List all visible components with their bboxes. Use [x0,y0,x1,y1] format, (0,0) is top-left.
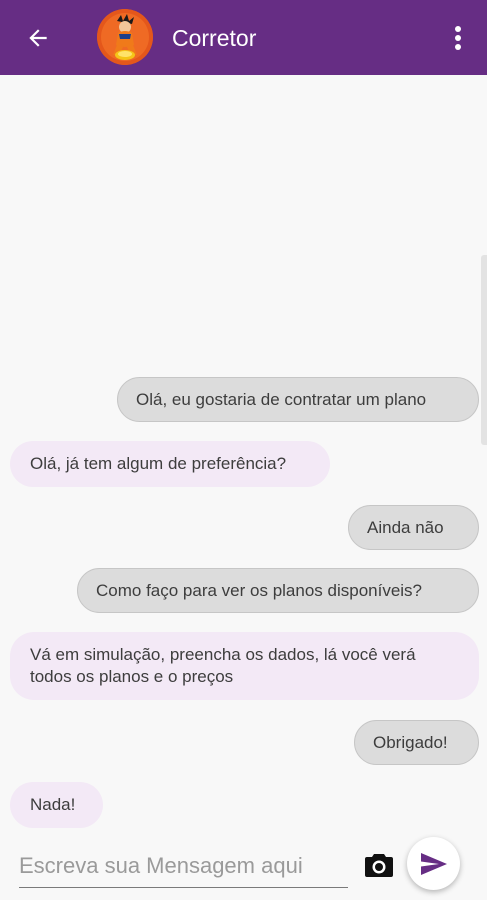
message-received[interactable]: Vá em simulação, preencha os dados, lá v… [10,632,479,700]
send-icon [420,852,447,875]
message-composer [0,835,487,900]
message-received[interactable]: Nada! [10,782,103,828]
more-vert-icon [455,26,461,50]
message-input[interactable] [19,847,348,888]
send-button[interactable] [407,837,460,890]
contact-avatar[interactable] [97,9,153,65]
message-sent[interactable]: Obrigado! [354,720,479,765]
chat-title: Corretor [172,25,257,51]
message-sent[interactable]: Olá, eu gostaria de contratar um plano [117,377,479,422]
overflow-menu-button[interactable] [443,20,473,56]
app-bar: Corretor [0,0,487,75]
back-button[interactable] [16,18,60,58]
camera-button[interactable] [364,852,394,878]
message-received[interactable]: Olá, já tem algum de preferência? [10,441,330,487]
message-sent[interactable]: Ainda não [348,505,479,550]
avatar-image [97,9,153,65]
chat-screen: Corretor Olá, eu gostaria de contratar u… [0,0,487,900]
arrow-back-icon [29,29,47,47]
scrollbar[interactable] [481,255,487,445]
camera-icon [365,854,393,877]
message-sent[interactable]: Como faço para ver os planos disponíveis… [77,568,479,613]
